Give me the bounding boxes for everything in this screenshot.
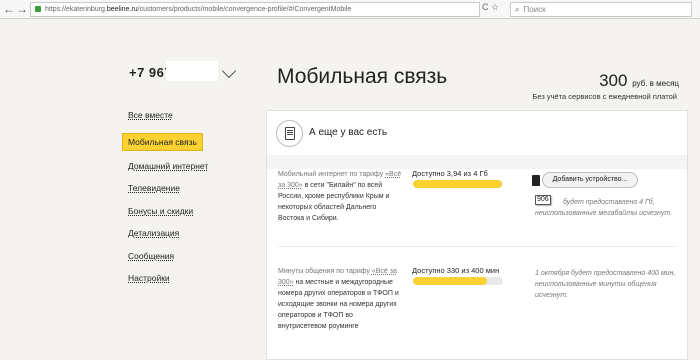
monthly-price: 300 руб. в месяц bbox=[599, 71, 679, 91]
sidebar-item-details[interactable]: Детализация bbox=[128, 228, 248, 238]
url-prefix: https://ekaterinburg. bbox=[45, 6, 107, 13]
internet-desc-prefix: Мобильный интернет по тарифу bbox=[278, 171, 386, 178]
card-header: А еще у вас есть bbox=[267, 111, 687, 156]
card-title: А еще у вас есть bbox=[309, 127, 388, 138]
search-icon: ⌕ bbox=[515, 5, 520, 14]
row-divider bbox=[278, 246, 676, 247]
url-path: /customers/products/mobile/convergence-p… bbox=[137, 6, 352, 13]
price-unit: руб. в месяц bbox=[632, 79, 679, 88]
sidebar-item-all-together[interactable]: Все вместе bbox=[128, 110, 248, 120]
minutes-note: 1 октября будет предоставлено 400 мин, н… bbox=[535, 270, 676, 299]
url-actions: C ☆ bbox=[482, 2, 499, 13]
internet-available: Доступно 3,94 из 4 Гб bbox=[412, 169, 488, 178]
add-device-button[interactable]: Добавить устройство... bbox=[542, 172, 638, 188]
internet-note: будет предоставлено 4 Гб, неиспользованн… bbox=[535, 197, 683, 219]
sidebar-item-messages[interactable]: Сообщения bbox=[128, 251, 248, 261]
address-bar[interactable]: https://ekaterinburg.beeline.ru/customer… bbox=[30, 2, 480, 17]
tooltip: 906 bbox=[535, 195, 551, 205]
internet-progress-bar bbox=[413, 180, 503, 188]
document-icon bbox=[276, 120, 303, 147]
browser-toolbar: ← → https://ekaterinburg.beeline.ru/cust… bbox=[0, 0, 700, 19]
sidebar-item-tv[interactable]: Телевидение bbox=[128, 183, 248, 193]
phone-redaction bbox=[166, 61, 218, 81]
search-placeholder: Поиск bbox=[523, 5, 546, 14]
minutes-progress-bar bbox=[413, 277, 503, 285]
sidebar-item-settings[interactable]: Настройки bbox=[128, 273, 248, 283]
bookmark-star-icon[interactable]: ☆ bbox=[491, 2, 499, 12]
minutes-available: Доступно 330 из 400 мин bbox=[412, 266, 500, 275]
card-separator bbox=[267, 155, 687, 169]
back-icon[interactable]: ← bbox=[2, 2, 16, 16]
page-title: Мобильная связь bbox=[277, 65, 448, 88]
sim-card-icon bbox=[532, 175, 540, 186]
price-note: Без учёта сервисов с ежедневной платой bbox=[532, 92, 677, 101]
minutes-desc-prefix: Минуты общения по тарифу bbox=[278, 268, 372, 275]
reload-icon[interactable]: C bbox=[482, 2, 489, 12]
chevron-down-icon[interactable] bbox=[221, 63, 237, 79]
sidebar-menu: Все вместе Мобильная связь Домашний инте… bbox=[122, 110, 248, 296]
extras-card: А еще у вас есть Мобильный интернет по т… bbox=[266, 110, 688, 360]
url-domain: beeline.ru bbox=[106, 6, 138, 13]
price-value: 300 bbox=[599, 71, 628, 90]
minutes-progress-fill bbox=[413, 277, 488, 285]
sidebar-item-bonuses[interactable]: Бонусы и скидки bbox=[128, 206, 248, 216]
internet-progress-fill bbox=[413, 180, 502, 188]
search-input[interactable]: ⌕ Поиск bbox=[510, 2, 692, 17]
lock-icon bbox=[35, 6, 41, 13]
minutes-description: Минуты общения по тарифу «Всё за 300» на… bbox=[278, 266, 402, 332]
internet-note-text: будет предоставлено 4 Гб, неиспользованн… bbox=[535, 199, 673, 217]
sidebar-item-mobile[interactable]: Мобильная связь bbox=[122, 132, 203, 151]
minutes-desc-rest: на местные и междугородные номера других… bbox=[278, 279, 399, 330]
internet-description: Мобильный интернет по тарифу «Всё за 300… bbox=[278, 169, 402, 224]
sidebar-item-home-internet[interactable]: Домашний интернет bbox=[128, 161, 248, 171]
forward-icon[interactable]: → bbox=[15, 2, 29, 16]
